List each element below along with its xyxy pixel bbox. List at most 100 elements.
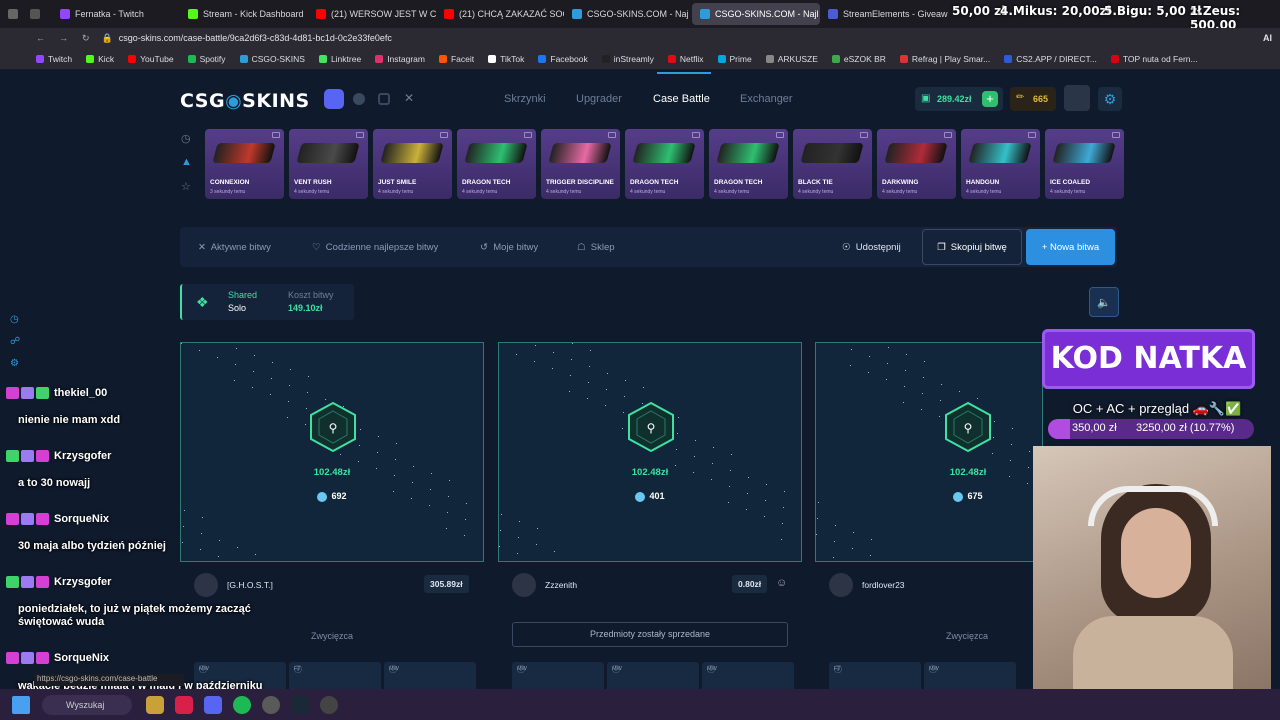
smiley-icon[interactable]: ☺ — [776, 577, 787, 589]
tab-list-icon[interactable] — [30, 3, 44, 25]
info-icon[interactable]: ⓘ — [199, 664, 281, 675]
avatar[interactable] — [1064, 85, 1090, 111]
info-icon[interactable]: ⓘ — [834, 664, 916, 675]
bookmark-item[interactable]: Facebook — [538, 54, 588, 64]
deposit-plus-icon[interactable]: + — [982, 91, 998, 107]
bookmark-item[interactable]: CS2.APP / DIRECT... — [1004, 54, 1097, 64]
avatar[interactable] — [512, 573, 536, 597]
reload-icon[interactable]: ↻ — [82, 33, 90, 44]
url-input[interactable]: csgo-skins.com/case-battle/9ca2d6f3-c83d… — [119, 33, 392, 43]
live-drop-card[interactable]: DRAGON TECH 4 sekundy temu — [457, 129, 536, 199]
rail-clock-icon[interactable]: ◷ — [10, 314, 19, 325]
menu-shop[interactable]: ☖ Sklep — [577, 242, 615, 253]
info-icon[interactable]: ⓘ — [294, 664, 376, 675]
player-name[interactable]: Zzzenith — [545, 580, 577, 590]
item-card[interactable]: MW ⓘ — [512, 662, 604, 692]
copy-battle-button[interactable]: ❐ Skopiuj bitwę — [922, 229, 1022, 265]
bookmark-item[interactable]: TikTok — [488, 54, 524, 64]
browser-tab[interactable]: CSGO-SKINS.COM - Najl — [692, 3, 820, 25]
bookmark-item[interactable]: Kick — [86, 54, 114, 64]
bookmark-item[interactable]: CSGO-SKINS — [239, 54, 305, 64]
facebook-icon[interactable] — [353, 93, 365, 105]
coins-box[interactable]: ✏ 665 — [1010, 87, 1056, 111]
browser-tab[interactable]: (21) CHCĄ ZAKAZAĆ SOC — [436, 3, 564, 25]
steam-taskbar-icon[interactable] — [291, 695, 309, 714]
chrome-taskbar-icon[interactable] — [262, 695, 280, 714]
rail-link-icon[interactable]: ☍ — [10, 336, 20, 347]
bookmark-item[interactable]: Prime — [717, 54, 752, 64]
menu-active-battles[interactable]: ✕ Aktywne bitwy — [198, 242, 271, 253]
info-icon[interactable]: ⓘ — [517, 664, 599, 675]
menu-my-battles[interactable]: ↺ Moje bitwy — [480, 242, 538, 253]
item-card[interactable]: MW ⓘ — [384, 662, 476, 692]
ai-label[interactable]: AI — [1263, 33, 1272, 43]
bookmark-item[interactable]: Twitch — [36, 54, 72, 64]
avatar[interactable] — [829, 573, 853, 597]
info-icon[interactable]: ⓘ — [389, 664, 471, 675]
taskbar-search[interactable]: Wyszukaj — [42, 694, 132, 715]
discord-taskbar-icon[interactable] — [204, 695, 222, 714]
live-drop-card[interactable]: DARKWING 4 sekundy temu — [877, 129, 956, 199]
bookmark-item[interactable]: TOP nuta od Fern... — [1110, 54, 1198, 64]
bookmark-item[interactable]: YouTube — [128, 54, 174, 64]
item-card[interactable]: FT ⓘ — [289, 662, 381, 692]
forward-icon[interactable]: → — [59, 33, 68, 43]
nav-skrzynki[interactable]: Skrzynki — [504, 93, 546, 105]
live-drop-card[interactable]: TRIGGER DISCIPLINE 4 sekundy temu — [541, 129, 620, 199]
opera-icon[interactable] — [175, 695, 193, 714]
discord-icon[interactable] — [324, 89, 344, 109]
bookmark-item[interactable]: Faceit — [438, 54, 474, 64]
player-name[interactable]: fordlover23 — [862, 580, 905, 590]
windows-start-icon[interactable] — [12, 695, 30, 714]
live-drop-card[interactable]: VENT RUSH 4 sekundy temu — [289, 129, 368, 199]
instagram-icon[interactable] — [378, 93, 390, 105]
live-drop-card[interactable]: DRAGON TECH 4 sekundy temu — [709, 129, 788, 199]
bookmark-item[interactable]: ARKUSZE — [765, 54, 818, 64]
x-twitter-icon[interactable]: ✕ — [404, 91, 414, 105]
bookmark-item[interactable]: inStreamly — [601, 54, 654, 64]
nav-exchanger[interactable]: Exchanger — [740, 93, 793, 105]
obs-taskbar-icon[interactable] — [320, 695, 338, 714]
nav-upgrader[interactable]: Upgrader — [576, 93, 622, 105]
live-drop-card[interactable]: ICE COALED 4 sekundy temu — [1045, 129, 1124, 199]
balance-box[interactable]: ▣ 289.42zł + — [915, 87, 1003, 111]
thumbs-up-icon[interactable]: ▲ — [181, 156, 192, 168]
firefox-view-icon[interactable] — [8, 3, 22, 25]
sound-toggle-icon[interactable]: 🔈 — [1089, 287, 1119, 317]
item-card[interactable]: MW ⓘ — [702, 662, 794, 692]
new-battle-button[interactable]: + Nowa bitwa — [1026, 229, 1115, 265]
info-icon[interactable]: ⓘ — [612, 664, 694, 675]
live-drop-card[interactable]: DRAGON TECH 4 sekundy temu — [625, 129, 704, 199]
player-name[interactable]: [G.H.O.S.T.] — [227, 580, 273, 590]
item-card[interactable]: FT ⓘ — [829, 662, 921, 692]
live-drop-card[interactable]: JUST SMILE 4 sekundy temu — [373, 129, 452, 199]
spotify-taskbar-icon[interactable] — [233, 695, 251, 714]
info-icon[interactable]: ⓘ — [929, 664, 1011, 675]
live-drop-card[interactable]: CONNEXION 3 sekundy temu — [205, 129, 284, 199]
live-drop-card[interactable]: HANDGUN 4 sekundy temu — [961, 129, 1040, 199]
browser-tab[interactable]: Stream - Kick Dashboard — [180, 3, 308, 25]
info-icon[interactable]: ⓘ — [707, 664, 789, 675]
menu-daily-best[interactable]: ♡ Codzienne najlepsze bitwy — [312, 242, 438, 253]
item-card[interactable]: MW ⓘ — [924, 662, 1016, 692]
star-icon[interactable]: ☆ — [181, 180, 191, 193]
bookmark-item[interactable]: Netflix — [667, 54, 704, 64]
browser-tab[interactable]: Fernatka - Twitch — [52, 3, 180, 25]
bookmark-item[interactable]: Spotify — [187, 54, 226, 64]
site-logo[interactable]: CSG◉SKINS — [180, 90, 310, 112]
browser-tab[interactable]: StreamElements - Giveaw — [820, 3, 948, 25]
bookmark-item[interactable]: Refrag | Play Smar... — [899, 54, 990, 64]
bookmark-item[interactable]: Linktree — [318, 54, 361, 64]
nav-case-battle[interactable]: Case Battle — [653, 93, 710, 105]
gear-icon[interactable]: ⚙ — [1098, 87, 1122, 111]
live-drop-card[interactable]: BLACK TIE 4 sekundy temu — [793, 129, 872, 199]
clock-icon[interactable]: ◷ — [181, 132, 191, 145]
file-explorer-icon[interactable] — [146, 695, 164, 714]
share-button[interactable]: ☉ Udostępnij — [842, 242, 901, 253]
bookmark-item[interactable]: Instagram — [375, 54, 425, 64]
back-icon[interactable]: ← — [36, 33, 45, 43]
item-card[interactable]: MW ⓘ — [607, 662, 699, 692]
avatar[interactable] — [194, 573, 218, 597]
browser-tab[interactable]: CSGO-SKINS.COM - Naj — [564, 3, 692, 25]
browser-tab[interactable]: (21) WERSOW JEST W CI — [308, 3, 436, 25]
